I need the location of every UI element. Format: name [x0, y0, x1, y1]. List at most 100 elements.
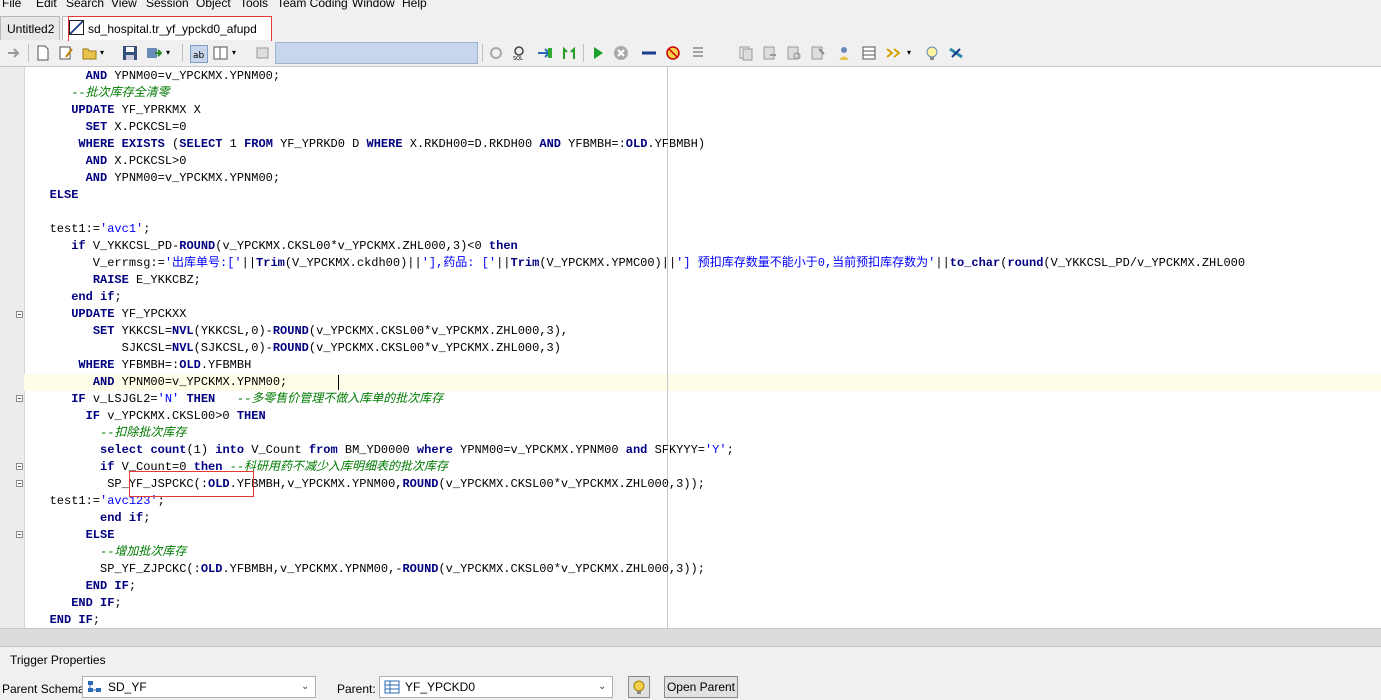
code-line: IF v_LSJGL2='N' THEN --多零售价管理不做入库单的批次库存: [28, 391, 1245, 408]
code-line: END IF;: [28, 612, 1245, 628]
arrows-icon[interactable]: [886, 45, 902, 61]
open-parent-button[interactable]: Open Parent: [664, 676, 738, 698]
panel-title: Trigger Properties: [10, 653, 106, 667]
code-token: v_LSJGL2=: [85, 392, 158, 406]
menu-team-coding[interactable]: Team Coding: [277, 0, 348, 12]
menu-session[interactable]: Session: [146, 0, 189, 12]
chevron-down-icon[interactable]: ▾: [100, 45, 108, 61]
code-token: into: [215, 443, 245, 457]
menu-view[interactable]: View: [111, 0, 137, 12]
code-token: test1:=: [28, 494, 101, 508]
code-token: '],药品: [': [421, 256, 497, 270]
parent-schema-select[interactable]: SD_YF ⌄: [82, 676, 316, 698]
code-token: WHERE: [78, 358, 115, 372]
code-token: BM_YD0000: [337, 443, 417, 457]
copy-icon[interactable]: [738, 45, 754, 61]
compile-icon[interactable]: [255, 45, 271, 61]
save-icon[interactable]: [122, 45, 138, 61]
fold-toggle[interactable]: [16, 395, 23, 402]
format-icon[interactable]: ab: [190, 45, 208, 63]
code-token: IF: [71, 392, 86, 406]
list-icon[interactable]: [690, 45, 706, 61]
paste-icon[interactable]: [762, 45, 778, 61]
fold-toggle[interactable]: [16, 463, 23, 470]
code-line: END IF;: [28, 578, 1245, 595]
code-token: (V_YPCKMX.ckdh00)||: [284, 256, 422, 270]
code-token: v_YPCKMX.CKSL00>0: [100, 409, 237, 423]
menu-tools[interactable]: Tools: [240, 0, 268, 12]
step-icon[interactable]: [641, 45, 657, 61]
edit-icon[interactable]: [58, 45, 74, 61]
db-icon[interactable]: [948, 45, 964, 61]
user-icon[interactable]: [836, 45, 852, 61]
menu-object[interactable]: Object: [196, 0, 231, 12]
refresh-icon[interactable]: [488, 45, 504, 61]
menu-help[interactable]: Help: [402, 0, 427, 12]
menu-search[interactable]: Search: [66, 0, 104, 12]
code-token: AND: [85, 154, 108, 168]
code-token: AND: [85, 69, 108, 83]
tab-untitled2[interactable]: Untitled2: [0, 16, 60, 40]
code-token: (v_YPCKMX.CKSL00*v_YPCKMX.ZHL000,3),: [308, 324, 569, 338]
svg-text:ab: ab: [193, 51, 205, 61]
code-token: Trim: [256, 256, 285, 270]
nav-arrow-icon[interactable]: [6, 45, 22, 61]
code-token: (v_YPCKMX.CKSL00*v_YPCKMX.ZHL000,3)<0: [215, 239, 489, 253]
menu-file[interactable]: File: [2, 0, 21, 12]
bulb-icon: [633, 680, 645, 694]
debug-icon[interactable]: [665, 45, 681, 61]
code-token: SJKCSL=: [28, 341, 173, 355]
chevron-down-icon[interactable]: ▾: [907, 45, 915, 61]
parent-select[interactable]: YF_YPCKD0 ⌄: [379, 676, 613, 698]
chevron-down-icon[interactable]: ▾: [166, 45, 174, 61]
new-file-icon[interactable]: [35, 45, 51, 61]
split-view-icon[interactable]: [213, 45, 229, 61]
toolbar: ▾ ▾ ab ▾ SQL ▾: [0, 41, 1381, 67]
find-icon[interactable]: [786, 45, 802, 61]
code-token: 1: [222, 137, 245, 151]
code-token: WHERE: [78, 137, 115, 151]
fold-toggle[interactable]: [16, 480, 23, 487]
bulb-icon[interactable]: [924, 45, 940, 61]
save-as-icon[interactable]: [146, 45, 162, 61]
code-token: YF_YPRKMX X: [114, 103, 201, 117]
replace-icon[interactable]: [810, 45, 826, 61]
grid-icon[interactable]: [861, 45, 877, 61]
code-token: .YFBMBH): [647, 137, 706, 151]
code-token: X.PCKCSL=0: [107, 120, 187, 134]
horizontal-scrollbar[interactable]: [0, 628, 1381, 646]
describe-icon[interactable]: [561, 45, 577, 61]
menu-edit[interactable]: Edit: [36, 0, 57, 12]
code-editor[interactable]: AND YPNM00=v_YPCKMX.YPNM00; --批次库存全清零 UP…: [0, 67, 1381, 628]
lightbulb-button[interactable]: [628, 676, 650, 698]
code-token: --批次库存全清零: [71, 86, 170, 100]
code-token: IF: [85, 409, 101, 423]
chevron-down-icon[interactable]: ▾: [232, 45, 240, 61]
code-token: OLD: [179, 358, 201, 372]
fold-toggle[interactable]: [16, 531, 23, 538]
menu-window[interactable]: Window: [352, 0, 395, 12]
sql-icon[interactable]: SQL: [512, 45, 528, 61]
code-line: SP_YF_ZJPCKC(:OLD.YFBMBH,v_YPCKMX.YPNM00…: [28, 561, 1245, 578]
code-token: (v_YPCKMX.CKSL00*v_YPCKMX.ZHL000,3));: [438, 477, 705, 491]
run-icon[interactable]: [590, 45, 606, 61]
object-selector[interactable]: [275, 42, 478, 64]
code-token: round: [1007, 256, 1044, 270]
code-line: SET X.PCKCSL=0: [28, 119, 1245, 136]
stop-icon[interactable]: [613, 45, 629, 61]
explain-icon[interactable]: [537, 45, 553, 61]
fold-toggle[interactable]: [16, 311, 23, 318]
open-folder-icon[interactable]: [82, 45, 98, 61]
code-token: END IF: [85, 579, 129, 593]
